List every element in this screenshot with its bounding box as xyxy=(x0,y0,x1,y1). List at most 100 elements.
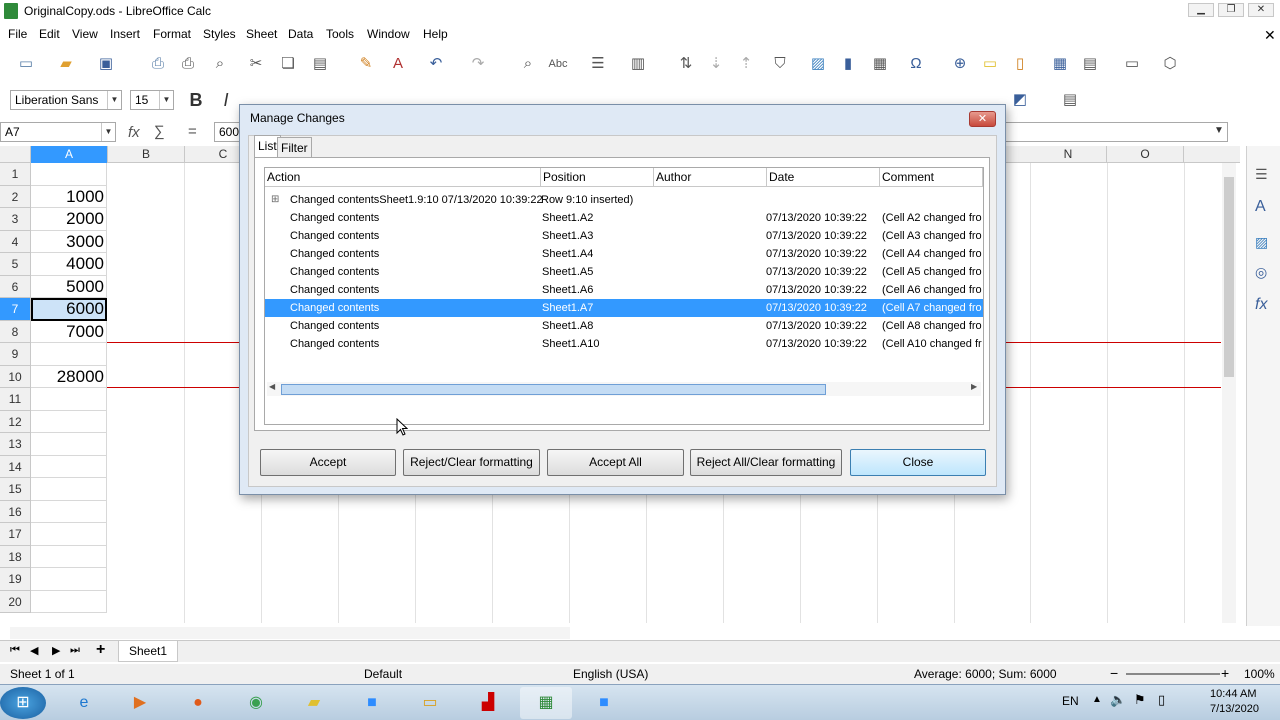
zoom-slider[interactable] xyxy=(1126,673,1220,675)
file-manager-icon[interactable]: ▰ xyxy=(288,687,340,719)
column-header-date[interactable]: Date xyxy=(767,168,880,187)
bold-icon[interactable]: B xyxy=(186,90,206,110)
menu-window[interactable]: Window xyxy=(367,27,410,41)
previous-sheet-icon[interactable]: ◀ xyxy=(30,644,38,657)
cell-a1[interactable] xyxy=(31,163,107,186)
navigator-icon[interactable]: ◎ xyxy=(1255,264,1267,281)
cell-a2[interactable]: 1000 xyxy=(31,185,107,208)
battery-icon[interactable]: ▯ xyxy=(1158,692,1165,708)
row-header[interactable]: 17 xyxy=(0,523,31,546)
font-name-box[interactable]: Liberation Sans ▼ xyxy=(10,90,122,110)
menu-tools[interactable]: Tools xyxy=(326,27,354,41)
row-header[interactable]: 7 xyxy=(0,298,31,321)
row-icon[interactable]: ☰ xyxy=(588,54,608,74)
changes-list[interactable]: Action Position Author Date Comment ⊞ Ch… xyxy=(264,167,984,425)
cell-a12[interactable] xyxy=(31,410,107,433)
reject-button[interactable]: Reject/Clear formatting xyxy=(403,449,540,476)
column-header-o[interactable]: O xyxy=(1107,146,1184,163)
cell-a20[interactable] xyxy=(31,590,107,613)
sheet-tab[interactable]: Sheet1 xyxy=(118,641,178,662)
explorer-icon[interactable]: ▭ xyxy=(404,687,456,719)
functions-icon[interactable]: fx xyxy=(1255,296,1267,314)
column-header-action[interactable]: Action xyxy=(265,168,541,187)
row-header[interactable]: 1 xyxy=(0,163,31,186)
column-header-b[interactable]: B xyxy=(108,146,185,163)
row-header[interactable]: 11 xyxy=(0,388,31,411)
insert-image-icon[interactable]: ▨ xyxy=(808,54,828,74)
close-button[interactable]: Close xyxy=(850,449,986,476)
cell-a7-selected[interactable]: 6000 xyxy=(31,298,107,321)
vertical-scrollbar[interactable] xyxy=(1222,163,1236,623)
sum-icon[interactable]: ∑ xyxy=(154,123,165,140)
redo-icon[interactable]: ↷ xyxy=(468,54,488,74)
document-close-icon[interactable]: ✕ xyxy=(1264,27,1276,44)
list-horizontal-scrollbar[interactable]: ◀ ▶ xyxy=(267,382,981,396)
hyperlink-icon[interactable]: ⊕ xyxy=(950,54,970,74)
row-header[interactable]: 13 xyxy=(0,433,31,456)
chevron-down-icon[interactable]: ▼ xyxy=(107,91,121,109)
row-header[interactable]: 19 xyxy=(0,568,31,591)
open-icon[interactable]: ▰ xyxy=(56,54,76,74)
show-draw-functions-icon[interactable]: ⬡ xyxy=(1160,54,1180,74)
cut-icon[interactable]: ✂ xyxy=(246,54,266,74)
column-header-position[interactable]: Position xyxy=(541,168,654,187)
sort-descending-icon[interactable]: ⇡ xyxy=(736,54,756,74)
cell-a17[interactable] xyxy=(31,523,107,546)
cell-a11[interactable] xyxy=(31,388,107,411)
gallery-icon[interactable]: ▨ xyxy=(1255,234,1268,251)
font-size-box[interactable]: 15 ▼ xyxy=(130,90,174,110)
row-header[interactable]: 12 xyxy=(0,410,31,433)
cell-a16[interactable] xyxy=(31,500,107,523)
menu-insert[interactable]: Insert xyxy=(110,27,140,41)
row-header[interactable]: 5 xyxy=(0,253,31,276)
undo-icon[interactable]: ↶ xyxy=(426,54,446,74)
menu-sheet[interactable]: Sheet xyxy=(246,27,277,41)
pivot-table-icon[interactable]: ▦ xyxy=(870,54,890,74)
list-item[interactable]: Changed contents Sheet1.A10 07/13/2020 1… xyxy=(265,335,983,353)
menu-help[interactable]: Help xyxy=(423,27,448,41)
list-item-selected[interactable]: Changed contents Sheet1.A7 07/13/2020 10… xyxy=(265,299,983,317)
find-replace-icon[interactable]: ⌕ xyxy=(518,54,538,74)
chrome-icon[interactable]: ◉ xyxy=(230,687,282,719)
split-window-icon[interactable]: ▭ xyxy=(1122,54,1142,74)
column-icon[interactable]: ▥ xyxy=(628,54,648,74)
first-sheet-icon[interactable]: ⏮ xyxy=(10,644,20,657)
horizontal-scrollbar[interactable] xyxy=(10,627,570,639)
list-item[interactable]: Changed contents Sheet1.A2 07/13/2020 10… xyxy=(265,209,983,227)
cell-a19[interactable] xyxy=(31,568,107,591)
maximize-button[interactable]: ❐ xyxy=(1218,3,1244,17)
media-player-icon[interactable]: ▶ xyxy=(114,687,166,719)
zoom-meeting-icon[interactable]: ■ xyxy=(578,687,630,719)
cell-a8[interactable]: 7000 xyxy=(31,320,107,343)
row-header[interactable]: 4 xyxy=(0,230,31,253)
menu-data[interactable]: Data xyxy=(288,27,313,41)
row-header[interactable]: 6 xyxy=(0,275,31,298)
add-sheet-icon[interactable]: + xyxy=(96,641,105,659)
row-header[interactable]: 15 xyxy=(0,478,31,501)
column-header-comment[interactable]: Comment xyxy=(880,168,983,187)
scrollbar-thumb[interactable] xyxy=(281,384,826,395)
pdf-reader-icon[interactable]: ▟ xyxy=(462,687,514,719)
reject-all-button[interactable]: Reject All/Clear formatting xyxy=(690,449,842,476)
accept-all-button[interactable]: Accept All xyxy=(547,449,684,476)
autofilter-icon[interactable]: ⛉ xyxy=(770,54,790,74)
save-icon[interactable]: ▣ xyxy=(96,54,116,74)
list-item[interactable]: Changed contents Sheet1.A5 07/13/2020 10… xyxy=(265,263,983,281)
new-icon[interactable]: ▭ xyxy=(16,54,36,74)
spelling-icon[interactable]: Abc xyxy=(548,54,568,74)
freeze-rows-icon[interactable]: ▤ xyxy=(1080,54,1100,74)
list-item[interactable]: Changed contents Sheet1.A3 07/13/2020 10… xyxy=(265,227,983,245)
clone-formatting-icon[interactable]: ✎ xyxy=(356,54,376,74)
cell-a9[interactable] xyxy=(31,343,107,366)
expand-icon[interactable]: ⊞ xyxy=(271,191,279,209)
styles-icon[interactable]: A xyxy=(1255,198,1266,216)
properties-icon[interactable]: ☰ xyxy=(1255,166,1268,183)
window-close-button[interactable]: ✕ xyxy=(1248,3,1274,17)
zoom-level[interactable]: 100% xyxy=(1244,667,1275,681)
row-header[interactable]: 14 xyxy=(0,455,31,478)
row-header[interactable]: 3 xyxy=(0,208,31,231)
sort-icon[interactable]: ⇅ xyxy=(676,54,696,74)
menu-styles[interactable]: Styles xyxy=(203,27,236,41)
chevron-down-icon[interactable]: ▼ xyxy=(101,123,115,141)
page-style[interactable]: Default xyxy=(364,667,402,681)
